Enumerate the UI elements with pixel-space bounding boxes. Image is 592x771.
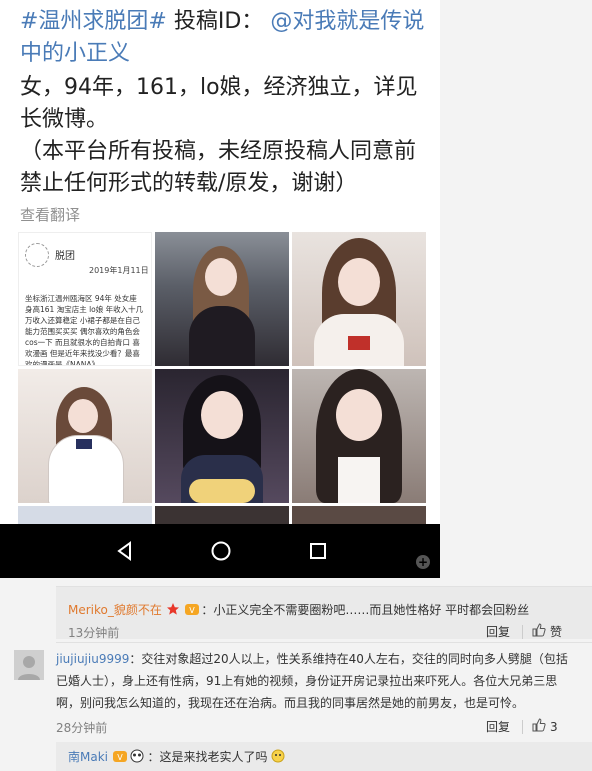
note-text: 坐标浙江温州瓯海区 94年 处女座 身高161 淘宝店主 lo娘 年收入十几万收… [25, 294, 144, 366]
bow-shape [76, 439, 92, 449]
thinking-emoji-icon [271, 748, 285, 763]
svg-text:V: V [117, 753, 123, 762]
comment-body: jiujiujiu9999：交往对象超过20人以上，性关系维持在40人左右，交往… [56, 648, 576, 714]
mention-link[interactable]: @对我就是传说 [270, 9, 424, 34]
avatar[interactable] [14, 650, 44, 680]
plus-icon[interactable]: + [416, 555, 430, 569]
thumb-up-icon [532, 718, 546, 735]
photo-thumbnail[interactable] [18, 506, 152, 526]
note-date: 2019年1月11日 [89, 266, 149, 275]
nested-reply: 南Maki V ：这是来找老实人了吗 [56, 742, 592, 771]
comment-time: 13分钟前 [68, 626, 120, 640]
like-button[interactable]: 3 [532, 718, 558, 735]
dress-shape [189, 306, 255, 366]
photo-thumbnail[interactable] [18, 369, 152, 503]
post-notice: （本平台所有投稿，未经原投稿人同意前禁止任何形式的转载/原发，谢谢） [20, 139, 417, 196]
reply-text-line: Meriko_貌颜不在 V ：小正义完全不需要圈粉吧……而且她性格好 平时都会回… [68, 599, 588, 621]
comment-username[interactable]: Meriko_貌颜不在 [68, 603, 162, 617]
face-shape [68, 399, 98, 433]
mention-link-cont[interactable]: 中的小正义 [20, 41, 130, 66]
comment-text: ：交往对象超过20人以上，性关系维持在40人左右，交往的同时向多人劈腿（包括已婚… [56, 652, 568, 710]
note-title: 脱团 [55, 251, 75, 262]
photo-thumbnail[interactable] [292, 232, 426, 366]
post-card: #温州求脱团# 投稿ID： @对我就是传说 中的小正义 女，94年，161，lo… [0, 0, 440, 578]
svg-text:V: V [189, 606, 195, 615]
action-separator [522, 625, 523, 639]
face-shape [338, 258, 380, 306]
like-label: 赞 [550, 625, 563, 639]
comment-time: 28分钟前 [56, 721, 108, 735]
photo-thumbnail[interactable] [155, 369, 289, 503]
reply-text-line: 南Maki V ：这是来找老实人了吗 [68, 746, 588, 768]
sweater-pattern [348, 336, 370, 350]
face-shape [336, 389, 382, 441]
recent-square-icon[interactable] [305, 538, 331, 564]
comment-text: ：小正义完全不需要圈粉吧……而且她性格好 平时都会回粉丝 [201, 603, 530, 617]
translate-link[interactable]: 查看翻译 [20, 204, 430, 226]
plush-shape [189, 479, 255, 503]
panda-emoji-icon [130, 748, 144, 763]
action-separator [522, 720, 523, 734]
comment-username[interactable]: 南Maki [68, 750, 108, 764]
like-button[interactable]: 赞 [532, 623, 562, 640]
photo-thumbnail[interactable] [155, 232, 289, 366]
comment-section: Meriko_貌颜不在 V ：小正义完全不需要圈粉吧……而且她性格好 平时都会回… [0, 578, 592, 771]
back-triangle-icon[interactable] [112, 538, 138, 564]
note-image[interactable]: 脱团 2019年1月11日 坐标浙江温州瓯海区 94年 处女座 身高161 淘宝… [18, 232, 152, 366]
photo-thumbnail[interactable] [292, 506, 426, 526]
vip-star-icon [166, 601, 180, 615]
member-badge-icon: V [112, 748, 127, 762]
thumb-up-icon [532, 623, 546, 640]
post-body: 女，94年，161，lo娘，经济独立，详见长微博。 [20, 75, 418, 132]
reply-button[interactable]: 回复 [486, 718, 510, 735]
post-content: #温州求脱团# 投稿ID： @对我就是传说 中的小正义 女，94年，161，lo… [20, 6, 430, 226]
reply-button[interactable]: 回复 [486, 623, 510, 640]
comment-divider [56, 642, 592, 643]
post-id-label: 投稿ID： [173, 9, 264, 34]
face-shape [205, 258, 237, 296]
face-shape [201, 391, 243, 439]
hashtag-link[interactable]: #温州求脱团# [20, 9, 167, 34]
comment-text: ：这是来找老实人了吗 [147, 750, 268, 764]
home-circle-icon[interactable] [208, 538, 234, 564]
doodle-icon [25, 243, 49, 267]
android-nav-bar: + [0, 524, 440, 578]
collar-shape [338, 457, 380, 503]
photo-thumbnail[interactable] [292, 369, 426, 503]
like-count: 3 [550, 719, 558, 734]
nested-reply: Meriko_貌颜不在 V ：小正义完全不需要圈粉吧……而且她性格好 平时都会回… [56, 586, 592, 640]
reply-label: 回复 [486, 625, 511, 639]
reply-label: 回复 [486, 720, 511, 734]
comment-username[interactable]: jiujiujiu9999 [56, 652, 129, 666]
member-badge-icon: V [184, 601, 199, 615]
photo-thumbnail[interactable] [155, 506, 289, 526]
